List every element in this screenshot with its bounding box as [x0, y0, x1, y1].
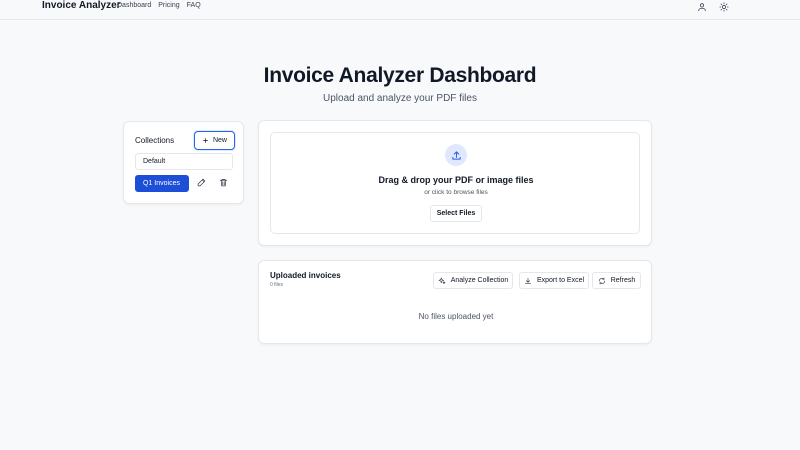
- refresh-button[interactable]: Refresh: [592, 272, 641, 289]
- file-count: 0 files: [270, 282, 284, 288]
- download-icon: [524, 277, 531, 284]
- uploaded-invoices-panel: Uploaded invoices 0 files Analyze Collec…: [258, 260, 652, 344]
- collection-item-default[interactable]: Default: [135, 153, 233, 170]
- collection-item-q1-invoices[interactable]: Q1 Invoices: [135, 175, 189, 192]
- upload-panel: Drag & drop your PDF or image files or c…: [258, 120, 652, 246]
- trash-icon[interactable]: [219, 178, 229, 188]
- analyze-collection-label: Analyze Collection: [450, 277, 509, 284]
- empty-state-message: No files uploaded yet: [418, 312, 494, 321]
- export-excel-label: Export to Excel: [536, 277, 585, 284]
- pencil-icon[interactable]: [197, 178, 207, 188]
- refresh-icon: [598, 277, 605, 284]
- page-subtitle: Upload and analyze your PDF files: [323, 93, 477, 104]
- dropzone-subtitle: or click to browse files: [424, 189, 488, 196]
- file-dropzone[interactable]: Drag & drop your PDF or image files or c…: [270, 132, 640, 234]
- page-title: Invoice Analyzer Dashboard: [263, 64, 537, 87]
- plus-icon: [203, 138, 208, 143]
- dropzone-title: Drag & drop your PDF or image files: [378, 175, 534, 185]
- new-collection-label: New: [212, 137, 227, 144]
- upload-icon-wrapper: [445, 144, 467, 166]
- export-excel-button[interactable]: Export to Excel: [519, 272, 589, 289]
- new-collection-button[interactable]: New: [194, 131, 235, 150]
- nav-dashboard[interactable]: Dashboard: [117, 1, 151, 11]
- uploaded-invoices-title: Uploaded invoices: [270, 271, 341, 280]
- analyze-collection-button[interactable]: Analyze Collection: [433, 272, 513, 289]
- collections-title: Collections: [135, 136, 175, 145]
- sun-icon[interactable]: [719, 2, 729, 12]
- main-nav: Dashboard Pricing FAQ: [117, 1, 201, 11]
- nav-pricing[interactable]: Pricing: [158, 1, 179, 11]
- nav-faq[interactable]: FAQ: [187, 1, 201, 11]
- select-files-button[interactable]: Select Files: [430, 205, 482, 222]
- upload-icon: [451, 150, 461, 160]
- brand-logo[interactable]: Invoice Analyzer: [42, 0, 121, 12]
- user-icon[interactable]: [697, 2, 707, 12]
- top-navbar: Invoice Analyzer Dashboard Pricing FAQ: [0, 0, 800, 20]
- collections-panel: Collections New Default Q1 Invoices: [123, 121, 244, 204]
- sparkle-icon: [438, 277, 446, 284]
- refresh-label: Refresh: [610, 277, 636, 284]
